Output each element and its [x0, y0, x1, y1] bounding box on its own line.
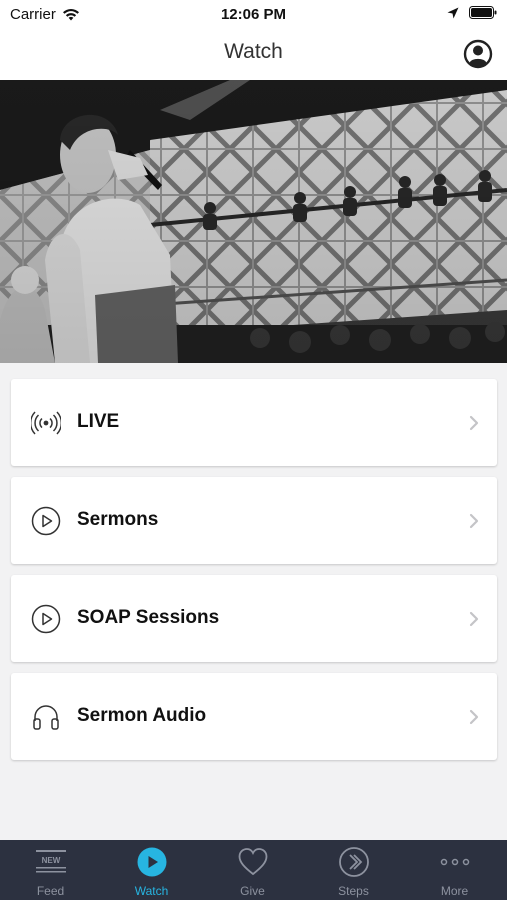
menu-item-live[interactable]: LIVE [11, 379, 497, 466]
tab-feed[interactable]: NEW Feed [0, 840, 101, 900]
navigation-bar: Watch [0, 28, 507, 80]
menu-item-sermon-audio[interactable]: Sermon Audio [11, 673, 497, 760]
menu-item-label: LIVE [77, 411, 120, 432]
menu-item-soap-sessions[interactable]: SOAP Sessions [11, 575, 497, 662]
status-bar: Carrier 12:06 PM [0, 0, 507, 28]
feed-badge-text: NEW [42, 856, 61, 865]
headphones-icon [33, 705, 59, 730]
tab-label: Watch [134, 884, 169, 898]
menu-item-label: SOAP Sessions [77, 607, 220, 628]
tab-bar: NEW Feed Watch Give Steps More [0, 840, 507, 900]
tab-watch[interactable]: Watch [101, 840, 202, 900]
tab-give[interactable]: Give [202, 840, 303, 900]
profile-icon [463, 39, 493, 69]
location-arrow-icon [447, 7, 459, 18]
chevron-right-icon [469, 415, 479, 431]
battery-icon [469, 6, 497, 19]
heart-icon [238, 848, 268, 876]
tab-label: Steps [338, 884, 369, 898]
tab-label: Give [240, 884, 265, 898]
tab-steps[interactable]: Steps [303, 840, 404, 900]
play-icon [137, 847, 167, 877]
status-right [447, 6, 497, 19]
play-circle-icon [31, 604, 61, 634]
status-time: 12:06 PM [220, 6, 287, 23]
menu-item-sermons[interactable]: Sermons [11, 477, 497, 564]
profile-button[interactable] [463, 39, 493, 69]
menu-item-label: Sermon Audio [77, 705, 207, 726]
tab-more[interactable]: More [404, 840, 505, 900]
menu-item-label: Sermons [77, 509, 159, 530]
chevron-right-icon [469, 513, 479, 529]
more-dots-icon [440, 858, 470, 866]
broadcast-icon [31, 411, 61, 435]
steps-icon [339, 847, 369, 877]
page-title: Watch [224, 40, 283, 63]
chevron-right-icon [469, 709, 479, 725]
tab-label: More [440, 884, 469, 898]
play-circle-icon [31, 506, 61, 536]
chevron-right-icon [469, 611, 479, 627]
tab-label: Feed [36, 884, 65, 898]
watch-menu-list: LIVE Sermons SOAP Sessions Sermon Audio [11, 379, 497, 771]
feed-new-icon: NEW [36, 850, 66, 873]
hero-photo [0, 80, 507, 363]
